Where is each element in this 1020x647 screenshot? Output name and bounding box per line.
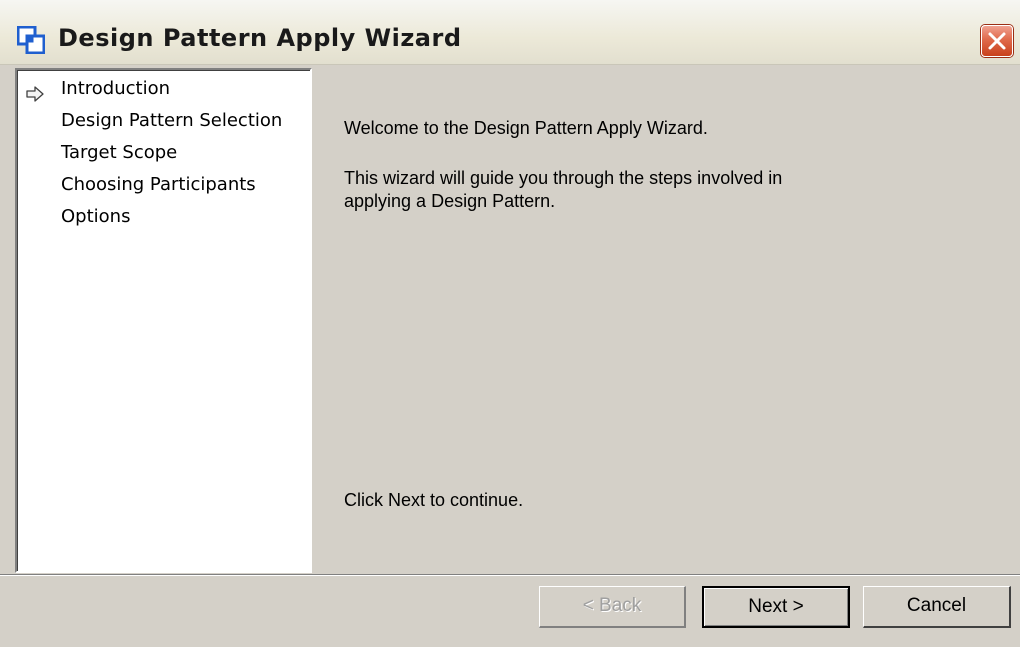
step-choosing-participants: Choosing Participants: [61, 174, 256, 195]
step-design-pattern-selection: Design Pattern Selection: [61, 110, 283, 131]
title-bar[interactable]: Design Pattern Apply Wizard: [0, 0, 1020, 65]
separator-highlight: [0, 575, 1020, 576]
window-title: Design Pattern Apply Wizard: [58, 24, 462, 52]
steps-list: Introduction Design Pattern Selection Ta…: [15, 68, 312, 573]
welcome-text: Welcome to the Design Pattern Apply Wiza…: [344, 118, 708, 138]
design-pattern-icon: [16, 25, 46, 55]
close-button[interactable]: [981, 25, 1013, 57]
wizard-content: Welcome to the Design Pattern Apply Wiza…: [314, 68, 1020, 575]
wizard-window: Design Pattern Apply Wizard Introduction…: [0, 0, 1020, 647]
description-line-2: applying a Design Pattern.: [344, 191, 556, 211]
step-target-scope: Target Scope: [61, 142, 178, 163]
back-button[interactable]: < Back: [539, 586, 686, 628]
next-button[interactable]: Next >: [702, 586, 850, 628]
description-line-1: This wizard will guide you through the s…: [344, 168, 783, 188]
arrow-right-icon: [25, 86, 45, 107]
step-options: Options: [61, 206, 131, 227]
cancel-button[interactable]: Cancel: [863, 586, 1011, 628]
close-icon: [988, 32, 1006, 50]
step-introduction: Introduction: [61, 78, 171, 99]
instruction-text: Click Next to continue.: [344, 490, 524, 510]
